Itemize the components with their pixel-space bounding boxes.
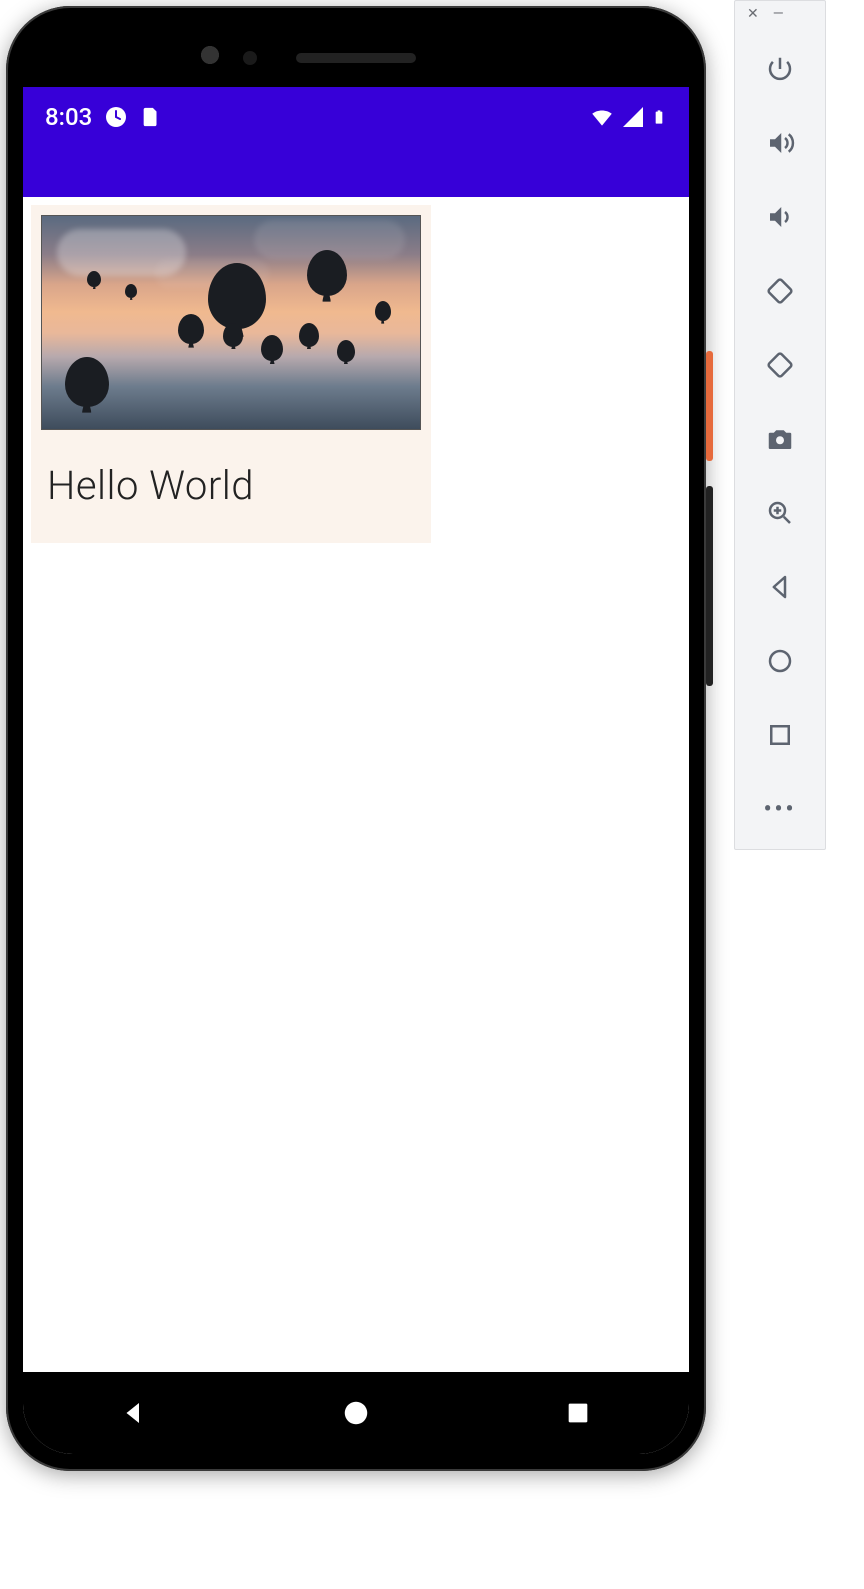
wifi-icon xyxy=(589,104,615,130)
earpiece xyxy=(296,53,416,63)
device-frame: 8:03 xyxy=(6,6,706,1471)
greeting-card[interactable]: Hello World xyxy=(31,205,431,543)
cell-signal-icon xyxy=(621,105,645,129)
nav-home-button[interactable] xyxy=(338,1395,374,1431)
proximity-sensor xyxy=(243,51,257,65)
screen: 8:03 xyxy=(23,87,689,1454)
emulator-window-controls: ✕ — xyxy=(735,1,825,27)
app-content: Hello World xyxy=(23,197,689,1372)
rotate-left-icon[interactable] xyxy=(760,271,800,311)
emulator-toolbar: ✕ — ••• xyxy=(734,0,826,850)
window-close-icon[interactable]: ✕ xyxy=(747,6,759,22)
more-options-icon[interactable]: ••• xyxy=(760,789,800,829)
front-camera xyxy=(198,43,228,73)
overview-icon[interactable] xyxy=(760,715,800,755)
sim-card-icon xyxy=(140,106,162,128)
system-nav-bar xyxy=(23,1372,689,1454)
status-bar: 8:03 xyxy=(23,87,689,197)
battery-icon xyxy=(651,104,667,130)
rotate-right-icon[interactable] xyxy=(760,345,800,385)
home-icon[interactable] xyxy=(760,641,800,681)
card-image xyxy=(41,215,421,430)
screenshot-icon[interactable] xyxy=(760,419,800,459)
status-left: 8:03 xyxy=(45,103,162,131)
volume-up-icon[interactable] xyxy=(760,123,800,163)
status-time: 8:03 xyxy=(45,103,92,131)
status-right xyxy=(589,104,667,130)
window-minimize-icon[interactable]: — xyxy=(773,6,784,22)
clock-app-icon xyxy=(104,105,128,129)
back-icon[interactable] xyxy=(760,567,800,607)
card-title: Hello World xyxy=(41,430,421,513)
power-icon[interactable] xyxy=(760,49,800,89)
zoom-in-icon[interactable] xyxy=(760,493,800,533)
device-volume-button[interactable] xyxy=(706,486,713,686)
nav-recents-button[interactable] xyxy=(560,1395,596,1431)
nav-back-button[interactable] xyxy=(116,1395,152,1431)
device-power-button[interactable] xyxy=(706,351,713,461)
volume-down-icon[interactable] xyxy=(760,197,800,237)
device-bezel: 8:03 xyxy=(23,23,689,1454)
